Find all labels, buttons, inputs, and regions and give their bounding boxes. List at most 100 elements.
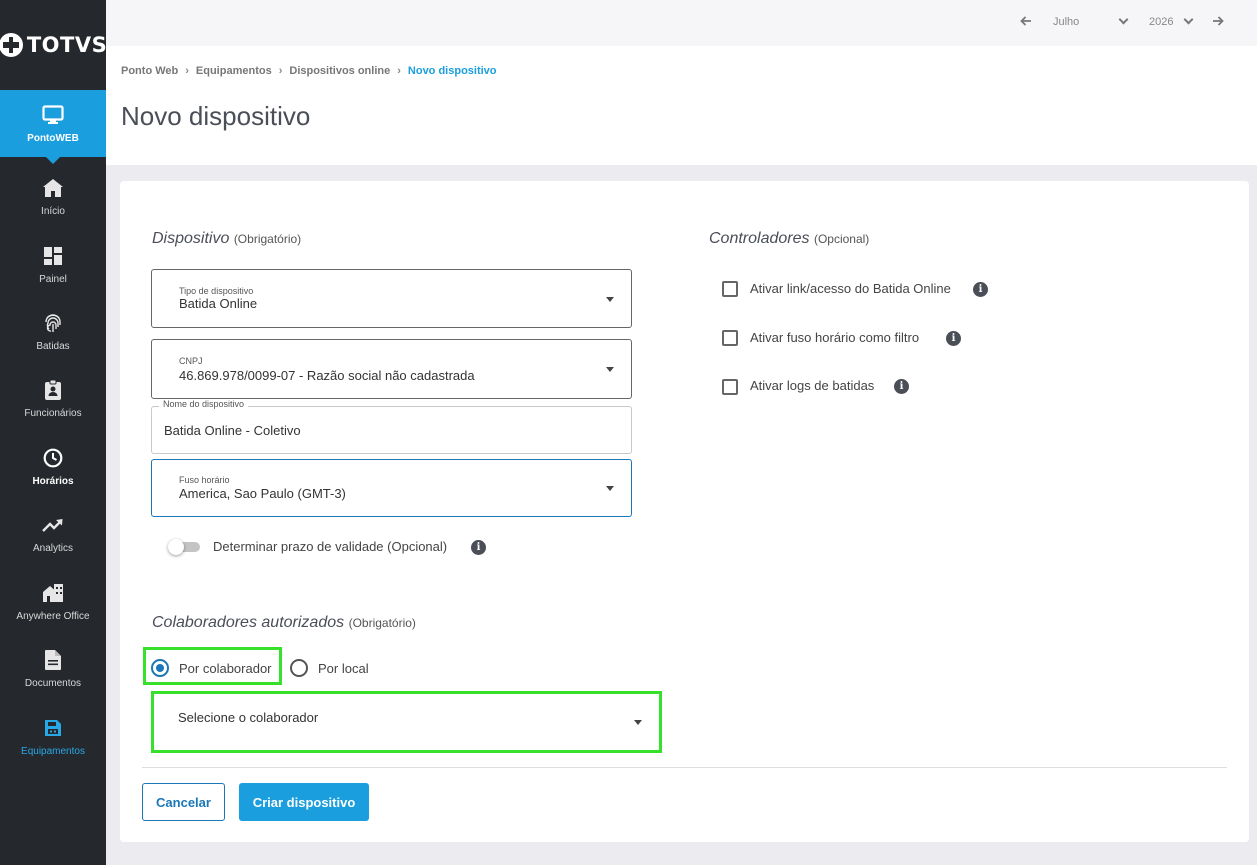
sidebar-item-analytics[interactable]: Analytics <box>0 514 106 554</box>
fuso-filtro-label: Ativar fuso horário como filtro <box>750 330 920 345</box>
year-select[interactable]: 2026 <box>1149 16 1173 28</box>
breadcrumb-equipamentos[interactable]: Equipamentos <box>196 65 272 77</box>
fuso-horario-value: America, Sao Paulo (GMT-3) <box>179 486 346 501</box>
validade-toggle[interactable] <box>168 539 200 555</box>
toggle-knob <box>168 539 184 555</box>
logs-batidas-checkbox[interactable] <box>722 379 738 395</box>
cnpj-value: 46.869.978/0099-07 - Razão social não ca… <box>179 368 475 383</box>
cnpj-label: CNPJ <box>179 356 203 366</box>
office-building-icon <box>42 582 64 604</box>
validade-label: Determinar prazo de validade (Opcional) <box>213 539 448 554</box>
totvs-logo-icon <box>0 33 23 57</box>
colaboradores-note: (Obrigatório) <box>348 616 416 630</box>
sidebar-item-label: Anywhere Office <box>16 611 90 622</box>
sidebar-item-label: Analytics <box>32 543 73 554</box>
caret-down-icon <box>606 297 614 302</box>
breadcrumb-separator: › <box>278 65 283 77</box>
sidebar-item-horarios[interactable]: Horários <box>0 447 106 487</box>
por-local-label: Por local <box>318 661 369 676</box>
sidebar-item-pontoweb[interactable]: PontoWEB <box>0 90 106 164</box>
year-value: 2026 <box>1149 16 1174 28</box>
month-select[interactable]: Julho <box>1053 16 1079 28</box>
por-local-radio[interactable] <box>290 659 308 677</box>
nome-dispositivo-field[interactable]: Batida Online - Coletivo <box>151 406 632 454</box>
info-icon[interactable]: i <box>894 379 909 394</box>
device-icon <box>42 717 64 739</box>
prev-month-icon[interactable] <box>1020 16 1032 26</box>
controladores-title: Controladores <box>709 230 810 247</box>
sidebar-item-label: PontoWEB <box>27 133 79 144</box>
totvs-logo[interactable]: TOTVS <box>0 0 108 90</box>
nome-dispositivo-input[interactable]: Batida Online - Coletivo <box>164 423 301 438</box>
month-value: Julho <box>1053 16 1080 28</box>
link-acesso-checkbox[interactable] <box>722 281 738 297</box>
por-colaborador-label: Por colaborador <box>179 661 272 676</box>
sidebar-item-batidas[interactable]: Batidas <box>0 312 106 352</box>
nome-dispositivo-label: Nome do dispositivo <box>159 399 249 409</box>
year-chevron-down-icon[interactable] <box>1183 14 1194 25</box>
breadcrumb-dispositivos-online[interactable]: Dispositivos online <box>289 65 390 77</box>
logo-text: TOTVS <box>26 33 108 57</box>
page-header: Ponto Web › Equipamentos › Dispositivos … <box>106 46 1257 165</box>
sidebar-item-label: Início <box>41 206 65 217</box>
controladores-section-title: Controladores (Opcional) <box>709 230 869 248</box>
home-icon <box>42 177 64 199</box>
badge-icon <box>42 379 64 401</box>
fuso-filtro-checkbox[interactable] <box>722 330 738 346</box>
sidebar-item-funcionarios[interactable]: Funcionários <box>0 379 106 419</box>
sidebar-item-inicio[interactable]: Início <box>0 177 106 217</box>
tipo-dispositivo-label: Tipo de dispositivo <box>179 286 254 296</box>
breadcrumb-current: Novo dispositivo <box>407 65 497 77</box>
top-bar: Julho 2026 <box>106 0 1257 46</box>
cancel-button[interactable]: Cancelar <box>142 783 225 821</box>
logs-batidas-label: Ativar logs de batidas <box>750 378 875 393</box>
breadcrumb-ponto-web[interactable]: Ponto Web <box>121 65 178 77</box>
sidebar-item-documentos[interactable]: Documentos <box>0 649 106 689</box>
create-device-button[interactable]: Criar dispositivo <box>239 783 369 821</box>
breadcrumb-separator: › <box>397 65 401 77</box>
clock-icon <box>42 447 64 469</box>
sidebar-item-painel[interactable]: Painel <box>0 245 106 285</box>
caret-down-icon <box>606 486 614 491</box>
tipo-dispositivo-select[interactable]: Tipo de dispositivo Batida Online <box>151 269 632 328</box>
sidebar-item-label: Equipamentos <box>21 746 85 757</box>
dispositivo-note: (Obrigatório) <box>233 232 302 246</box>
colaboradores-section-title: Colaboradores autorizados (Obrigatório) <box>152 614 416 632</box>
info-icon[interactable]: i <box>471 540 486 555</box>
colaboradores-title: Colaboradores autorizados <box>152 614 345 631</box>
next-month-icon[interactable] <box>1212 16 1224 26</box>
dispositivo-title: Dispositivo <box>152 230 230 247</box>
colaborador-select[interactable]: Selecione o colaborador <box>154 694 659 750</box>
sidebar-item-equipamentos[interactable]: Equipamentos <box>0 717 106 757</box>
fuso-horario-label: Fuso horário <box>179 475 230 485</box>
sidebar: TOTVS PontoWEB Início Painel Batidas Fun… <box>0 0 108 865</box>
sidebar-item-anywhere-office[interactable]: Anywhere Office <box>0 582 106 622</box>
monitor-icon <box>42 104 64 126</box>
cnpj-select[interactable]: CNPJ 46.869.978/0099-07 - Razão social n… <box>151 339 632 399</box>
page-title: Novo dispositivo <box>121 101 311 131</box>
controladores-note: (Opcional) <box>813 232 870 246</box>
form-card: Dispositivo (Obrigatório) Tipo de dispos… <box>120 181 1249 842</box>
fingerprint-icon <box>42 312 64 334</box>
trending-up-icon <box>42 514 64 536</box>
info-icon[interactable]: i <box>946 331 961 346</box>
fuso-horario-select[interactable]: Fuso horário America, Sao Paulo (GMT-3) <box>151 459 632 517</box>
sidebar-item-label: Funcionários <box>24 408 82 419</box>
month-chevron-down-icon[interactable] <box>1118 14 1129 25</box>
tipo-dispositivo-value: Batida Online <box>179 296 258 311</box>
breadcrumb-separator: › <box>185 65 189 77</box>
document-icon <box>42 649 64 671</box>
caret-down-icon <box>606 367 614 372</box>
dispositivo-section-title: Dispositivo (Obrigatório) <box>152 230 301 248</box>
divider <box>142 767 1227 768</box>
sidebar-item-label: Horários <box>32 476 74 487</box>
info-icon[interactable]: i <box>973 282 988 297</box>
caret-down-icon <box>634 720 642 725</box>
sidebar-item-label: Documentos <box>24 678 82 689</box>
sidebar-item-label: Painel <box>39 274 67 285</box>
colaborador-placeholder: Selecione o colaborador <box>178 710 319 725</box>
breadcrumb: Ponto Web › Equipamentos › Dispositivos … <box>121 65 497 77</box>
dashboard-icon <box>42 245 64 267</box>
sidebar-item-label: Batidas <box>36 341 70 352</box>
por-colaborador-radio[interactable] <box>151 659 169 677</box>
